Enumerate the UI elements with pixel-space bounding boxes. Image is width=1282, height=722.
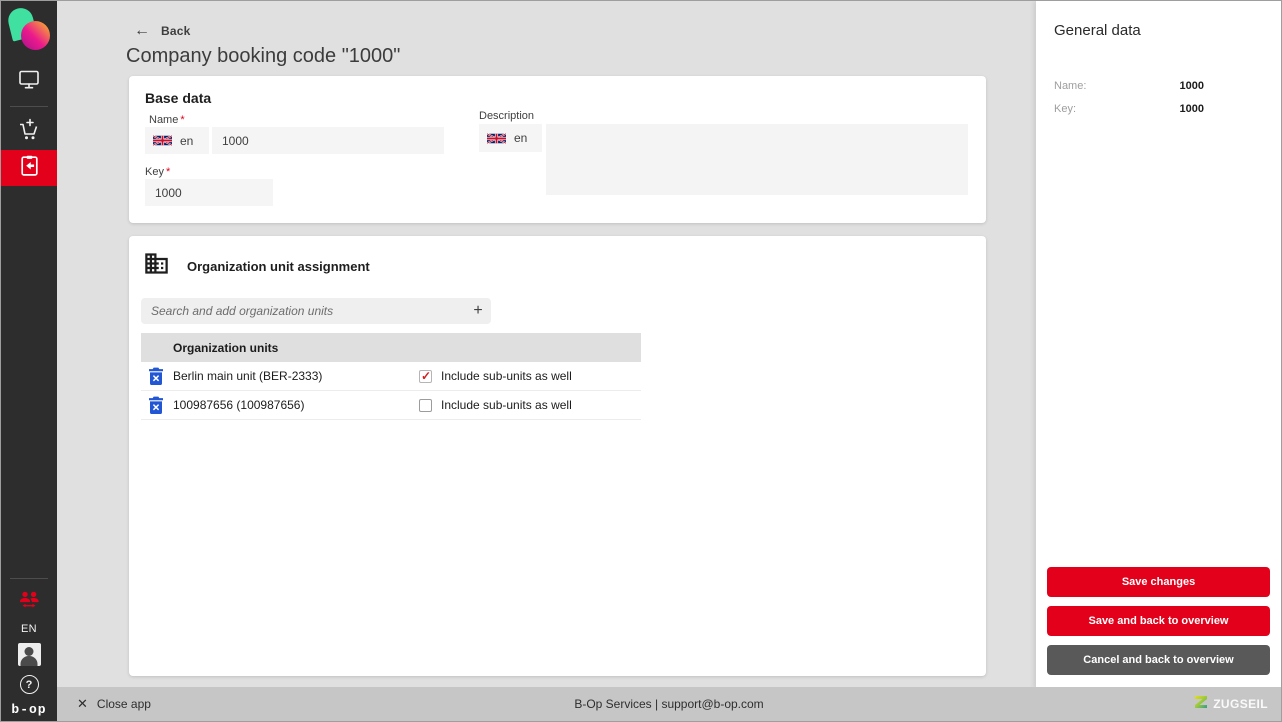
general-name-row: Name: 1000: [1054, 80, 1204, 92]
table-row: 100987656 (100987656) Include sub-units …: [141, 391, 641, 420]
app-logo: [5, 5, 50, 51]
org-assignment-title: Organization unit assignment: [187, 258, 370, 274]
sidebar-item-booking-codes-active[interactable]: [1, 150, 57, 186]
page-title: Company booking code "1000": [126, 45, 401, 67]
sidebar-bottom-group: EN ? b-op: [1, 571, 57, 721]
general-key-row: Key: 1000: [1054, 103, 1204, 115]
zugseil-wordmark: ZUGSEIL: [1213, 697, 1268, 711]
description-textarea[interactable]: [546, 124, 968, 195]
org-assignment-card: Organization unit assignment + Organizat…: [129, 236, 986, 676]
include-subunits-label: Include sub-units as well: [441, 369, 572, 383]
sidebar-item-desktop[interactable]: [1, 63, 57, 99]
footer-bar: ✕ Close app B-Op Services | support@b-op…: [57, 687, 1281, 721]
general-name-value: 1000: [1179, 80, 1204, 92]
base-data-card: Base data Name* en Description: [129, 76, 986, 223]
description-language-chip[interactable]: en: [479, 124, 542, 152]
close-app-label: Close app: [96, 697, 151, 711]
zugseil-z-icon: [1194, 695, 1208, 714]
include-subunits-label: Include sub-units as well: [441, 398, 572, 412]
save-changes-button[interactable]: Save changes: [1047, 567, 1270, 597]
key-input[interactable]: [145, 179, 273, 206]
sidebar-item-cart[interactable]: [1, 114, 57, 150]
language-switch[interactable]: EN: [21, 623, 37, 635]
sidebar: EN ? b-op: [1, 1, 57, 721]
building-icon: [143, 250, 170, 282]
org-units-table: Organization units Berlin main unit (BER…: [141, 333, 641, 420]
sidebar-divider-top: [10, 106, 48, 107]
org-search-input[interactable]: [141, 304, 465, 318]
general-key-value: 1000: [1179, 103, 1204, 115]
close-icon: ✕: [77, 696, 88, 711]
app-window: EN ? b-op ← Back Company booking code "1…: [0, 0, 1282, 722]
add-org-unit-button[interactable]: +: [465, 298, 491, 324]
name-language-chip[interactable]: en: [145, 127, 209, 154]
key-field-label: Key *: [145, 166, 171, 178]
avatar-body: [20, 656, 38, 666]
table-row: Berlin main unit (BER-2333) Include sub-…: [141, 362, 641, 391]
logo-gradient-circle: [21, 21, 50, 50]
name-input[interactable]: [212, 127, 444, 154]
back-label: Back: [161, 24, 191, 38]
org-unit-name: Berlin main unit (BER-2333): [173, 369, 323, 383]
footer-support-text: B-Op Services | support@b-op.com: [574, 697, 764, 711]
name-lang-code: en: [180, 133, 194, 148]
delete-org-unit-button[interactable]: [148, 367, 164, 385]
bop-logo: b-op: [11, 702, 47, 717]
user-avatar[interactable]: [17, 643, 41, 666]
monitor-icon: [17, 67, 41, 96]
base-data-title: Base data: [145, 90, 212, 106]
zugseil-brand: ZUGSEIL: [1194, 695, 1268, 714]
switch-account-icon[interactable]: [16, 586, 42, 617]
include-subunits-checkbox[interactable]: [419, 369, 432, 383]
delete-org-unit-button[interactable]: [148, 396, 164, 414]
cart-add-icon: [16, 117, 42, 148]
save-and-back-button[interactable]: Save and back to overview: [1047, 606, 1270, 636]
description-field-label: Description: [479, 110, 535, 122]
general-key-label: Key:: [1054, 103, 1077, 115]
uk-flag-icon: [487, 132, 506, 144]
uk-flag-icon: [153, 135, 172, 146]
general-name-label: Name:: [1054, 80, 1087, 92]
help-icon[interactable]: ?: [19, 675, 39, 694]
close-app-button[interactable]: ✕ Close app: [77, 696, 151, 712]
general-data-title: General data: [1054, 22, 1141, 39]
org-search-bar: +: [141, 298, 491, 324]
name-field-label: Name *: [149, 114, 185, 126]
org-table-header: Organization units: [141, 333, 641, 362]
general-data-panel: General data Name: 1000 Key: 1000 Save c…: [1036, 1, 1281, 689]
org-units-column-header: Organization units: [173, 340, 279, 355]
cancel-and-back-button[interactable]: Cancel and back to overview: [1047, 645, 1270, 675]
clipboard-back-icon: [17, 153, 42, 183]
org-unit-name: 100987656 (100987656): [173, 398, 305, 412]
sidebar-divider-bottom: [10, 578, 48, 579]
main-content: ← Back Company booking code "1000" Base …: [57, 1, 1038, 689]
avatar-head: [24, 647, 34, 656]
back-arrow-icon: ←: [134, 22, 150, 39]
include-subunits-checkbox[interactable]: [419, 398, 432, 412]
back-button[interactable]: ← Back: [134, 23, 191, 39]
description-lang-code: en: [514, 131, 528, 145]
